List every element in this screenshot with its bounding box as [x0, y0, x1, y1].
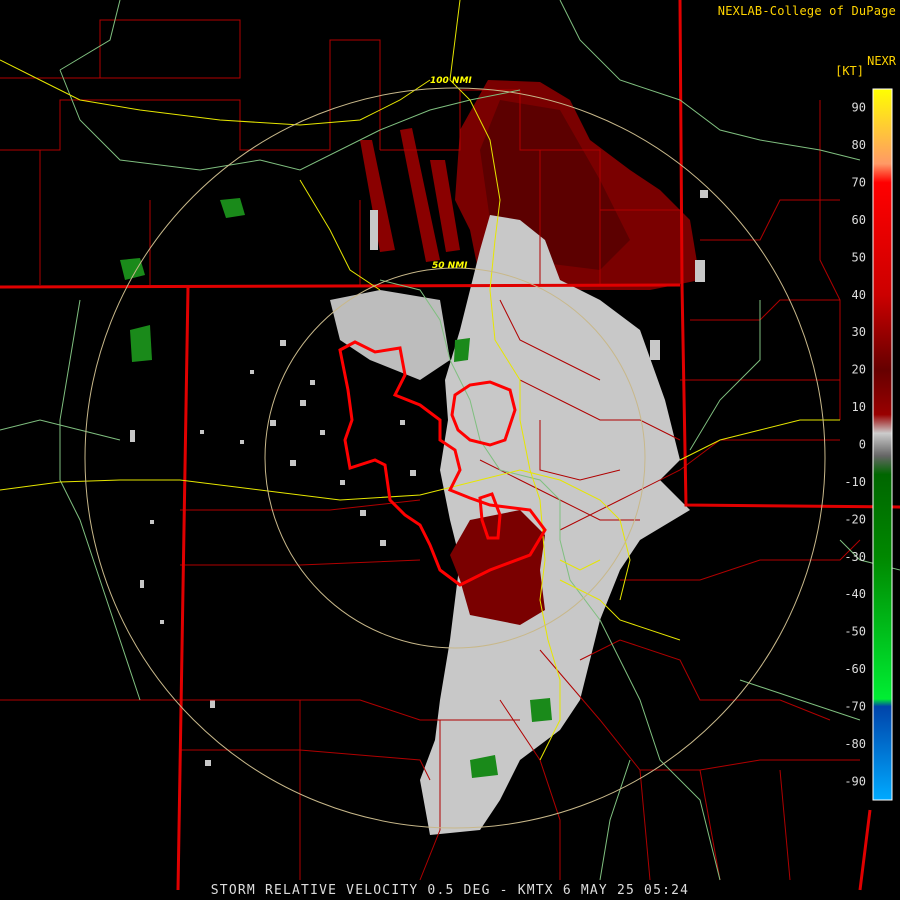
radar-map[interactable]: 50 NMI 100 NMI	[0, 0, 900, 900]
product-code: NEXR	[867, 54, 896, 68]
units-label: [KT]	[835, 64, 864, 78]
product-footer: STORM RELATIVE VELOCITY 0.5 DEG - KMTX 6…	[210, 883, 690, 898]
range-label-50: 50 NMI	[432, 261, 468, 271]
range-label-100: 100 NMI	[430, 76, 472, 86]
inbound-echo-6	[454, 338, 470, 362]
credit-label: NEXLAB-College of DuPage	[717, 4, 896, 18]
inbound-echo-4	[530, 698, 552, 722]
inbound-echo-2	[130, 325, 152, 362]
